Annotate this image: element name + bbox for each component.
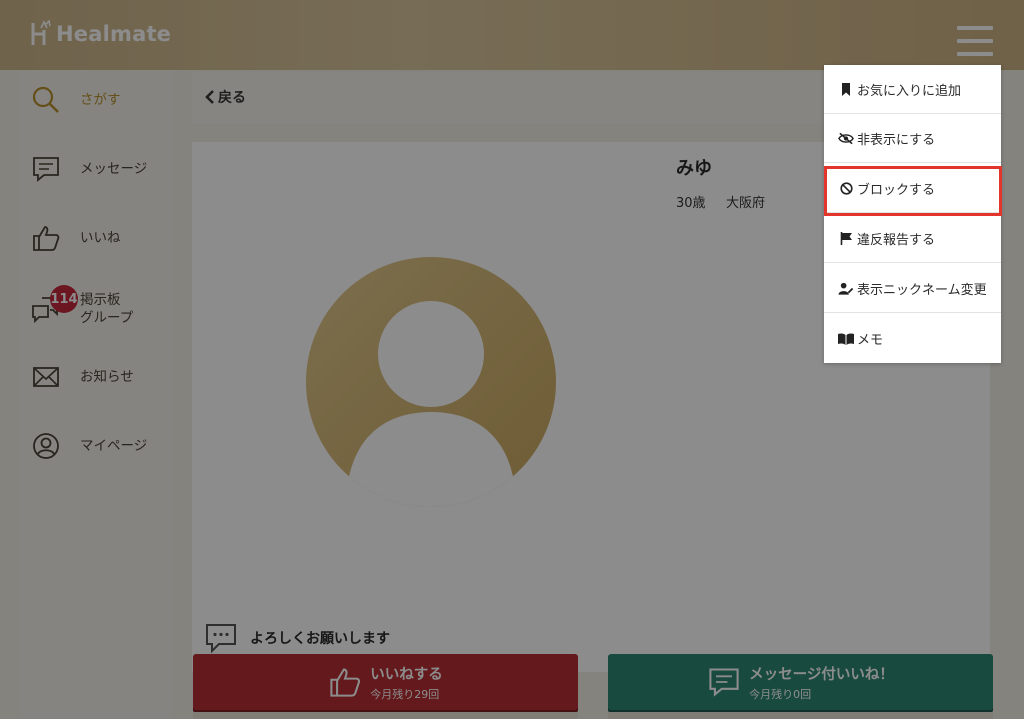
book-icon — [838, 332, 854, 346]
menu-item-memo[interactable]: メモ — [824, 314, 1001, 363]
menu-item-label: メモ — [857, 333, 884, 348]
bookmark-icon — [838, 82, 854, 96]
ban-icon — [838, 181, 854, 195]
menu-item-favorite[interactable]: お気に入りに追加 — [824, 65, 1001, 114]
menu-item-label: ブロックする — [857, 182, 936, 198]
user-edit-icon — [838, 281, 854, 295]
menu-item-block[interactable]: ブロックする — [824, 164, 1001, 213]
flag-icon — [838, 231, 854, 245]
menu-item-label: 違反報告する — [857, 232, 936, 248]
menu-item-hide[interactable]: 非表示にする — [824, 114, 1001, 163]
profile-action-menu: お気に入りに追加 非表示にする ブロックする 違反報告する 表示ニックネーム変更… — [824, 65, 1001, 363]
eye-slash-icon — [838, 131, 854, 145]
menu-item-label: お気に入りに追加 — [857, 83, 962, 99]
menu-item-label: 表示ニックネーム変更 — [857, 282, 987, 298]
menu-item-report[interactable]: 違反報告する — [824, 214, 1001, 263]
menu-item-nickname[interactable]: 表示ニックネーム変更 — [824, 264, 1001, 313]
menu-item-label: 非表示にする — [857, 132, 936, 148]
